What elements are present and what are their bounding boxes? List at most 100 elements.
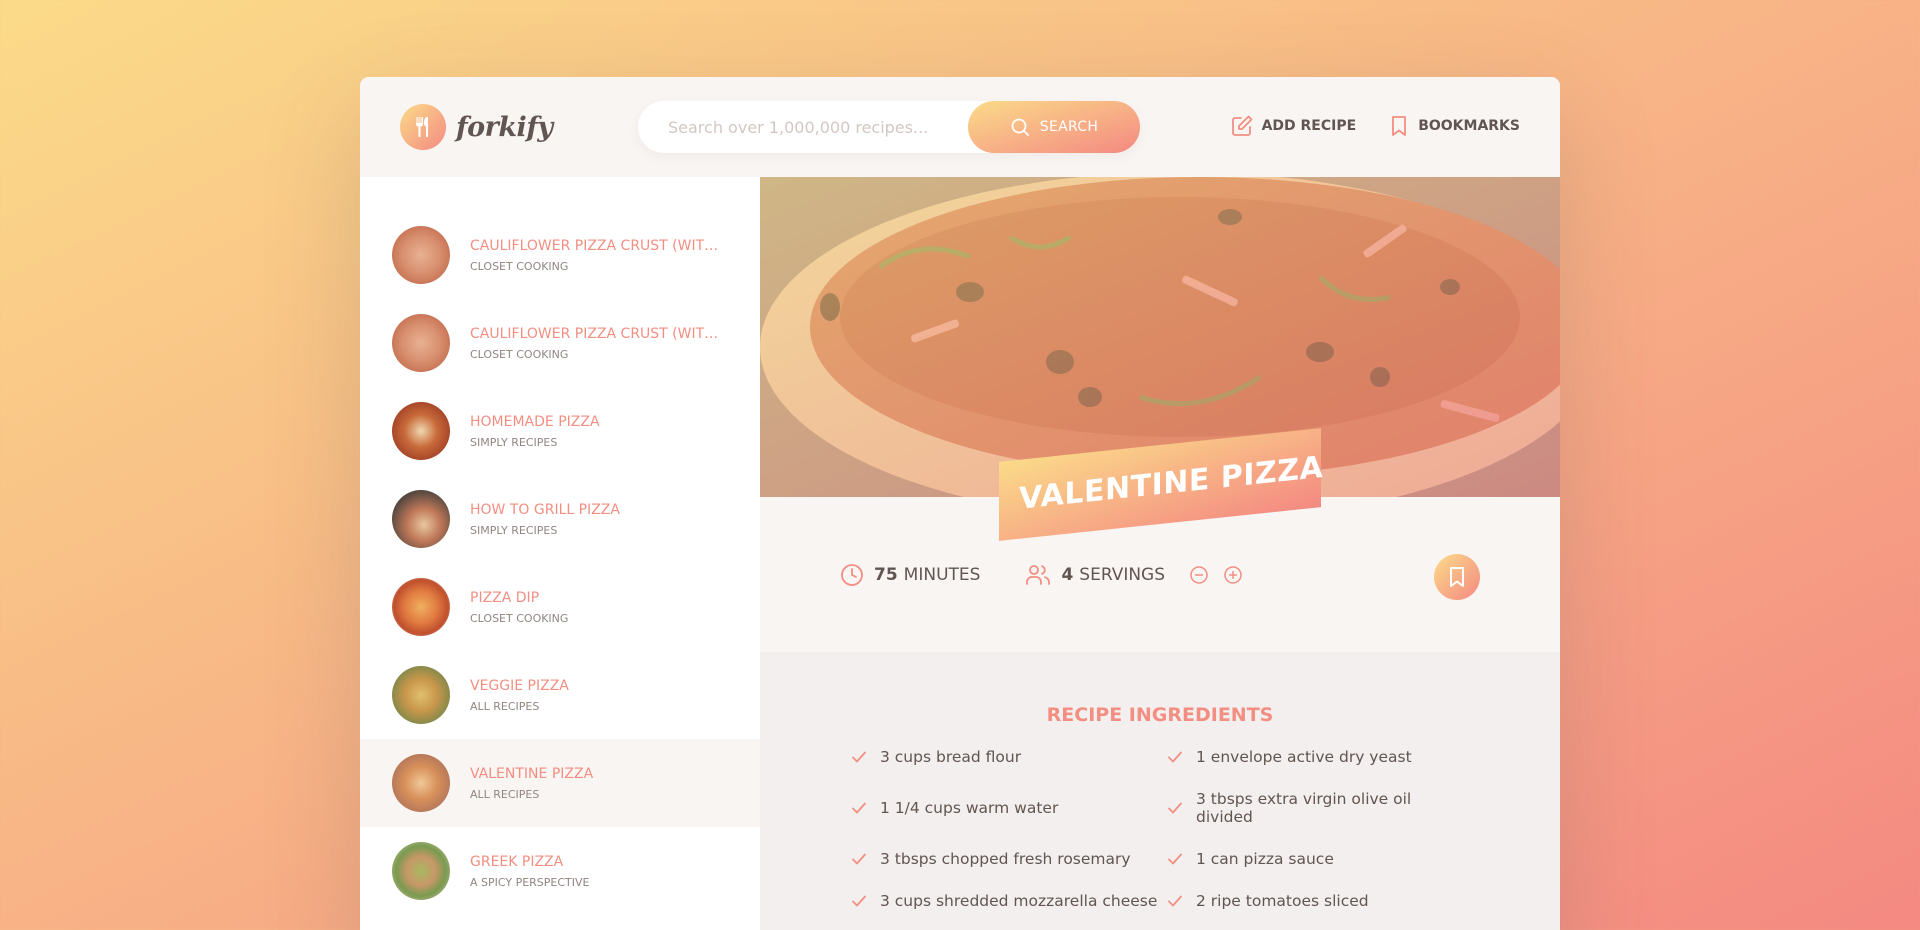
check-icon <box>1168 853 1182 865</box>
ingredient-text: 2 ripe tomatoes sliced <box>1196 892 1369 910</box>
ingredient-text: 1 envelope active dry yeast <box>1196 748 1412 766</box>
check-icon <box>852 802 866 814</box>
recipe-thumbnail <box>392 226 450 284</box>
result-publisher: Closet Cooking <box>470 347 569 361</box>
edit-icon <box>1231 115 1252 136</box>
logo[interactable]: forkify <box>400 104 553 150</box>
ingredient-item: 1 can pizza sauce <box>1166 850 1470 868</box>
check-icon <box>852 895 866 907</box>
recipe-view: Valentine Pizza 75 minutes 4 servings <box>760 177 1560 930</box>
recipe-thumbnail <box>392 842 450 900</box>
check-icon <box>1168 895 1182 907</box>
result-text: Veggie Pizza All Recipes <box>470 678 720 713</box>
ingredient-text: 3 cups bread flour <box>880 748 1022 766</box>
result-item[interactable]: How to Grill Pizza Simply Recipes <box>360 475 760 563</box>
check-icon <box>1168 802 1182 814</box>
result-item[interactable]: Cauliflower Pizza Crust (with BBQ Chicke… <box>360 299 760 387</box>
result-publisher: Closet Cooking <box>470 611 569 625</box>
result-title: Pizza Dip <box>470 589 540 606</box>
bookmark-recipe-button[interactable] <box>1434 554 1480 600</box>
ingredient-item: 3 tbsps chopped fresh rosemary <box>850 850 1166 868</box>
ingredients-section: Recipe ingredients 3 cups bread flour 1 … <box>760 652 1560 930</box>
servings-controls <box>1189 565 1253 585</box>
users-icon <box>1026 564 1051 585</box>
check-icon <box>1168 751 1182 763</box>
ingredient-text: 1 can pizza sauce <box>1196 850 1334 868</box>
app-container: forkify Search Add recipe <box>360 77 1560 930</box>
recipe-details: 75 minutes 4 servings <box>760 497 1560 652</box>
minutes-label: minutes <box>903 564 981 585</box>
result-title: Cauliflower Pizza Crust (with BBQ Chicke… <box>470 237 720 254</box>
result-publisher: All Recipes <box>470 699 540 713</box>
search-button-label: Search <box>1039 119 1099 135</box>
add-recipe-label: Add recipe <box>1261 118 1357 134</box>
clock-icon <box>841 563 863 586</box>
recipe-thumbnail <box>392 754 450 812</box>
bookmarks-button[interactable]: Bookmarks <box>1388 114 1520 138</box>
top-nav: Add recipe Bookmarks <box>1230 114 1520 138</box>
search-button[interactable]: Search <box>968 101 1140 153</box>
result-text: Cauliflower Pizza Crust (with BBQ Chicke… <box>470 238 720 273</box>
result-text: How to Grill Pizza Simply Recipes <box>470 502 720 537</box>
bookmark-icon <box>1392 116 1407 136</box>
result-item-active[interactable]: Valentine Pizza All Recipes <box>360 739 760 827</box>
ingredients-heading: Recipe ingredients <box>1046 704 1274 726</box>
result-text: Valentine Pizza All Recipes <box>470 766 720 801</box>
ingredient-text: 3 tbsps chopped fresh rosemary <box>880 850 1131 868</box>
result-item[interactable]: Homemade Pizza Simply Recipes <box>360 387 760 475</box>
logo-text: forkify <box>456 111 553 143</box>
result-item[interactable]: Pizza Dip Closet Cooking <box>360 563 760 651</box>
result-title: Valentine Pizza <box>470 765 594 782</box>
search-icon <box>1011 118 1029 136</box>
result-title: Greek Pizza <box>470 853 564 870</box>
result-text: Pizza Dip Closet Cooking <box>470 590 720 625</box>
fork-knife-icon <box>400 104 446 150</box>
result-publisher: A Spicy Perspective <box>470 875 590 889</box>
recipe-thumbnail <box>392 402 450 460</box>
ingredient-text: 3 tbsps extra virgin olive oil divided <box>1196 790 1412 826</box>
recipe-thumbnail <box>392 314 450 372</box>
recipe-figure: Valentine Pizza <box>760 177 1560 541</box>
result-publisher: Closet Cooking <box>470 259 569 273</box>
add-recipe-button[interactable]: Add recipe <box>1230 114 1357 138</box>
recipe-thumbnail <box>392 490 450 548</box>
ingredient-text: 3 cups shredded mozzarella cheese <box>880 892 1158 910</box>
ingredient-item: 1 1/4 cups warm water <box>850 790 1166 826</box>
result-item[interactable]: Cauliflower Pizza Crust (with BBQ Chicke… <box>360 211 760 299</box>
result-item[interactable]: Greek Pizza A Spicy Perspective <box>360 827 760 915</box>
check-icon <box>852 853 866 865</box>
bookmarks-label: Bookmarks <box>1418 118 1520 134</box>
cooking-time: 75 minutes <box>840 563 980 587</box>
result-text: Homemade Pizza Simply Recipes <box>470 414 720 449</box>
check-icon <box>852 751 866 763</box>
minutes-value: 75 <box>874 564 898 585</box>
result-publisher: Simply Recipes <box>470 523 558 537</box>
result-text: Cauliflower Pizza Crust (with BBQ Chicke… <box>470 326 720 361</box>
result-title: Veggie Pizza <box>470 677 569 694</box>
result-publisher: All Recipes <box>470 787 540 801</box>
search-input[interactable] <box>638 101 968 153</box>
servings-label: servings <box>1079 564 1166 585</box>
result-title: Cauliflower Pizza Crust (with BBQ Chicke… <box>470 325 720 342</box>
decrease-servings-icon[interactable] <box>1189 565 1209 585</box>
ingredient-item: 2 ripe tomatoes sliced <box>1166 892 1470 910</box>
ingredient-text: 1 1/4 cups warm water <box>880 799 1059 817</box>
recipe-thumbnail <box>392 578 450 636</box>
ingredients-list: 3 cups bread flour 1 envelope active dry… <box>850 748 1470 910</box>
result-title: Homemade Pizza <box>470 413 600 430</box>
search-form: Search <box>638 101 1140 153</box>
ingredient-item: 3 cups bread flour <box>850 748 1166 766</box>
bookmark-icon <box>1450 567 1464 587</box>
header: forkify Search Add recipe <box>360 77 1560 177</box>
search-results: Cauliflower Pizza Crust (with BBQ Chicke… <box>360 177 760 930</box>
result-title: How to Grill Pizza <box>470 501 620 518</box>
ingredient-item: 3 cups shredded mozzarella cheese <box>850 892 1166 910</box>
result-item[interactable]: Veggie Pizza All Recipes <box>360 651 760 739</box>
increase-servings-icon[interactable] <box>1223 565 1243 585</box>
result-publisher: Simply Recipes <box>470 435 558 449</box>
result-text: Greek Pizza A Spicy Perspective <box>470 854 720 889</box>
ingredient-item: 1 envelope active dry yeast <box>1166 748 1470 766</box>
recipe-thumbnail <box>392 666 450 724</box>
servings-value: 4 <box>1061 564 1074 585</box>
servings: 4 servings <box>1025 563 1253 587</box>
